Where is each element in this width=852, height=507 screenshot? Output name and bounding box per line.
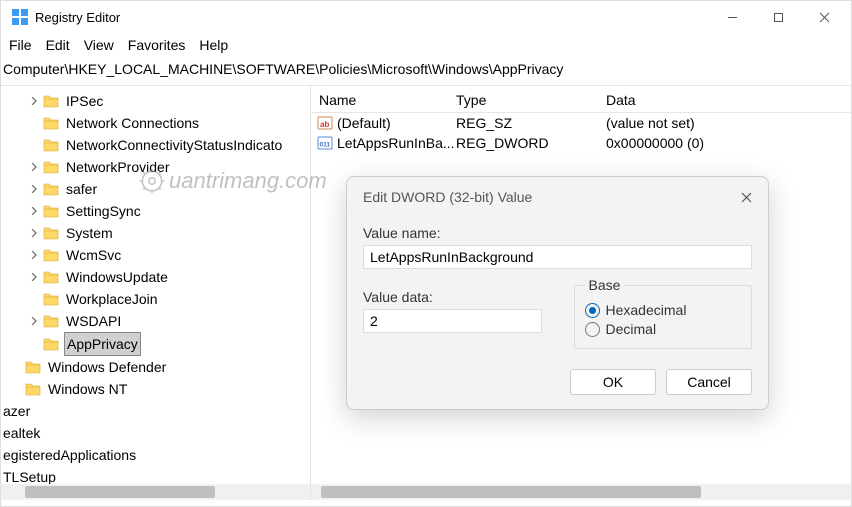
- menubar: File Edit View Favorites Help: [1, 33, 851, 57]
- menu-edit[interactable]: Edit: [46, 37, 70, 53]
- value-name-label: Value name:: [363, 225, 752, 241]
- value-row[interactable]: 011 LetAppsRunInBa...REG_DWORD0x00000000 …: [311, 133, 851, 153]
- tree-item-label: Windows Defender: [46, 356, 168, 378]
- tree-item-wsdapi[interactable]: WSDAPI: [1, 310, 310, 332]
- svg-text:ab: ab: [320, 120, 329, 129]
- expander-placeholder: [27, 138, 41, 152]
- tree-item-safer[interactable]: safer: [1, 178, 310, 200]
- tree-item-label: azer: [1, 400, 32, 422]
- dialog-titlebar: Edit DWORD (32-bit) Value: [347, 177, 768, 213]
- value-data-label: Value data:: [363, 289, 542, 305]
- tree-item-label: WSDAPI: [64, 310, 123, 332]
- window-controls: [709, 1, 847, 33]
- menu-file[interactable]: File: [9, 37, 32, 53]
- tree-pane: IPSecNetwork ConnectionsNetworkConnectiv…: [1, 86, 311, 500]
- address-bar[interactable]: Computer\HKEY_LOCAL_MACHINE\SOFTWARE\Pol…: [1, 57, 851, 86]
- tree-item-label: WorkplaceJoin: [64, 288, 160, 310]
- values-hscrollbar[interactable]: [311, 484, 851, 500]
- svg-text:011: 011: [320, 142, 331, 149]
- tree-item-label: SettingSync: [64, 200, 143, 222]
- chevron-right-icon[interactable]: [27, 204, 41, 218]
- tree-item-egisteredapplications[interactable]: egisteredApplications: [1, 444, 310, 466]
- tree-item-label: safer: [64, 178, 99, 200]
- radio-icon: [585, 322, 600, 337]
- value-type: REG_SZ: [456, 115, 606, 131]
- tree-item-label: WindowsUpdate: [64, 266, 170, 288]
- chevron-right-icon[interactable]: [27, 314, 41, 328]
- tree-item-network-connections[interactable]: Network Connections: [1, 112, 310, 134]
- tree-item-windowsupdate[interactable]: WindowsUpdate: [1, 266, 310, 288]
- chevron-right-icon[interactable]: [27, 248, 41, 262]
- tree-item-networkprovider[interactable]: NetworkProvider: [1, 156, 310, 178]
- maximize-button[interactable]: [755, 1, 801, 33]
- tree-item-ipsec[interactable]: IPSec: [1, 90, 310, 112]
- tree-item-label: Windows NT: [46, 378, 129, 400]
- chevron-right-icon[interactable]: [27, 94, 41, 108]
- tree-item-label: ealtek: [1, 422, 42, 444]
- tree-item-label: AppPrivacy: [64, 332, 141, 356]
- col-header-name[interactable]: Name: [311, 92, 456, 108]
- tree-item-wcmsvc[interactable]: WcmSvc: [1, 244, 310, 266]
- expander-placeholder: [9, 360, 23, 374]
- tree-item-ealtek[interactable]: ealtek: [1, 422, 310, 444]
- tree-item-windows-defender[interactable]: Windows Defender: [1, 356, 310, 378]
- edit-dword-dialog: Edit DWORD (32-bit) Value Value name: Va…: [346, 176, 769, 410]
- base-fieldset: Base Hexadecimal Decimal: [574, 277, 753, 349]
- value-data: 0x00000000 (0): [606, 135, 851, 151]
- tree-hscrollbar[interactable]: [1, 484, 310, 500]
- titlebar: Registry Editor: [1, 1, 851, 33]
- tree-item-settingsync[interactable]: SettingSync: [1, 200, 310, 222]
- radio-dec-label: Decimal: [606, 321, 657, 337]
- tree-item-label: NetworkConnectivityStatusIndicato: [64, 134, 284, 156]
- value-name: (Default): [337, 115, 391, 131]
- tree-item-label: System: [64, 222, 115, 244]
- radio-hex-label: Hexadecimal: [606, 302, 687, 318]
- app-icon: [11, 8, 29, 26]
- tree-item-label: IPSec: [64, 90, 105, 112]
- chevron-right-icon[interactable]: [27, 160, 41, 174]
- tree-item-system[interactable]: System: [1, 222, 310, 244]
- chevron-right-icon[interactable]: [27, 182, 41, 196]
- list-header: Name Type Data: [311, 86, 851, 113]
- tree-item-label: WcmSvc: [64, 244, 123, 266]
- tree-item-label: NetworkProvider: [64, 156, 171, 178]
- minimize-button[interactable]: [709, 1, 755, 33]
- value-name: LetAppsRunInBa...: [337, 135, 455, 151]
- dialog-title: Edit DWORD (32-bit) Value: [363, 189, 532, 205]
- ok-button[interactable]: OK: [570, 369, 656, 395]
- close-button[interactable]: [801, 1, 847, 33]
- tree-item-networkconnectivitystatusindicato[interactable]: NetworkConnectivityStatusIndicato: [1, 134, 310, 156]
- radio-decimal[interactable]: Decimal: [585, 321, 742, 337]
- radio-icon: [585, 303, 600, 318]
- menu-view[interactable]: View: [84, 37, 114, 53]
- tree-item-azer[interactable]: azer: [1, 400, 310, 422]
- col-header-data[interactable]: Data: [606, 92, 851, 108]
- expander-placeholder: [27, 337, 41, 351]
- menu-help[interactable]: Help: [199, 37, 228, 53]
- expander-placeholder: [9, 382, 23, 396]
- expander-placeholder: [27, 292, 41, 306]
- col-header-type[interactable]: Type: [456, 92, 606, 108]
- value-name-field[interactable]: [363, 245, 752, 269]
- tree-item-label: Network Connections: [64, 112, 201, 134]
- value-data-field[interactable]: [363, 309, 542, 333]
- radio-hexadecimal[interactable]: Hexadecimal: [585, 302, 742, 318]
- tree-item-workplacejoin[interactable]: WorkplaceJoin: [1, 288, 310, 310]
- base-legend: Base: [585, 277, 625, 293]
- menu-favorites[interactable]: Favorites: [128, 37, 186, 53]
- tree-item-appprivacy[interactable]: AppPrivacy: [1, 332, 310, 356]
- value-row[interactable]: ab (Default) REG_SZ(value not set): [311, 113, 851, 133]
- window-title: Registry Editor: [35, 10, 120, 25]
- chevron-right-icon[interactable]: [27, 226, 41, 240]
- expander-placeholder: [27, 116, 41, 130]
- dialog-close-button[interactable]: [736, 187, 756, 207]
- cancel-button[interactable]: Cancel: [666, 369, 752, 395]
- value-data: (value not set): [606, 115, 851, 131]
- value-type: REG_DWORD: [456, 135, 606, 151]
- chevron-right-icon[interactable]: [27, 270, 41, 284]
- tree-item-label: egisteredApplications: [1, 444, 138, 466]
- tree-item-windows-nt[interactable]: Windows NT: [1, 378, 310, 400]
